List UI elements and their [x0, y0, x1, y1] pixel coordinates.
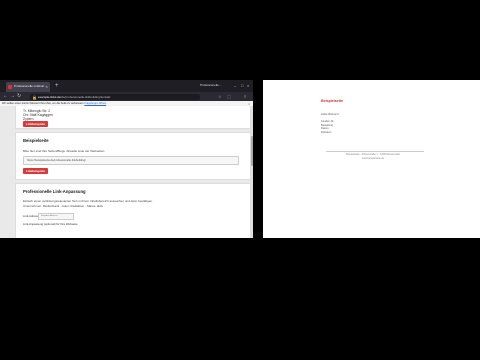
link-adjustment-card: Professionelle Link-Anpassung Einfach ei…: [15, 183, 251, 238]
lock-icon: 🔒: [32, 95, 37, 100]
close-tab-icon[interactable]: ×: [46, 84, 48, 89]
notification-message: Wir wollen einen kurzen Moment Ihrer Zei…: [2, 102, 84, 105]
url-path: /de/professionelle-linkbuilding/kontakt: [60, 94, 111, 99]
notification-link[interactable]: Fragebogen öffnen: [84, 102, 106, 105]
minimize-icon[interactable]: –: [234, 83, 236, 88]
link-adjustment-para-2: Unternehmen: Medienbank · Autor: Redakti…: [23, 204, 104, 208]
browser-tab[interactable]: Professionelle Linkbuil… ×: [6, 82, 50, 92]
forward-arrow-icon[interactable]: →: [10, 94, 15, 99]
example-page-title: Beispielseite: [23, 138, 49, 143]
doc-divider: [326, 151, 424, 152]
doc-label-6: Zeitraum: [321, 130, 332, 134]
extensions-icon[interactable]: ⬚: [227, 94, 231, 99]
right-tab-label[interactable]: Professionelle…: [200, 83, 222, 87]
link-adjustment-optional-label: Link-Anpassung (optional) für Ihre Webse…: [23, 222, 78, 226]
close-notification-icon[interactable]: ×: [248, 102, 250, 106]
example-page-card: Beispielseite Bitte hier sind Ihre Seite…: [15, 132, 251, 180]
maximize-icon[interactable]: □: [241, 83, 243, 88]
link-address-placeholder: Eingabe Adresse: [41, 215, 58, 217]
browser-window: Professionelle Linkbuil… × + Professione…: [0, 80, 253, 238]
link-adjustment-para-1: Einfach einen verlinkungsrelevanten Text…: [23, 199, 153, 203]
doc-footer-1: Beispielseite · Musterstraße 1 · 12345 M…: [346, 153, 400, 156]
link-examples-button-1[interactable]: Linkbeispiele: [23, 121, 49, 127]
scrollbar-thumb[interactable]: [250, 136, 253, 166]
tab-bar: Professionelle Linkbuil… × + Professione…: [0, 80, 253, 92]
url-host: example-links.de: [38, 94, 61, 99]
address-card: Tr. Mikeoglu Str. 2 Ort: Staff Kagaggen …: [15, 106, 251, 129]
link-address-input[interactable]: Eingabe Adresse: [38, 213, 74, 220]
link-adjustment-title: Professionelle Link-Anpassung: [23, 189, 86, 194]
bookmark-star-icon[interactable]: ☆: [218, 94, 222, 99]
link-examples-button-2[interactable]: Linkbeispiele: [23, 168, 49, 174]
favicon-icon: [8, 85, 12, 89]
example-page-description: Bitte hier sind Ihre Seiten/Blogs. Aktue…: [23, 149, 106, 153]
example-url-input[interactable]: https://beispielseite.de/professionelle-…: [23, 156, 239, 165]
url-bar[interactable]: 🔒 example-links.de/de/professionelle-lin…: [30, 93, 200, 100]
menu-icon[interactable]: ≡: [244, 94, 246, 99]
close-window-icon[interactable]: ×: [247, 83, 249, 88]
new-tab-button[interactable]: +: [55, 82, 59, 90]
example-url-value: https://beispielseite.de/professionelle-…: [27, 159, 86, 162]
notification-text: Wir wollen einen kurzen Moment Ihrer Zei…: [2, 102, 106, 105]
back-arrow-icon[interactable]: ←: [3, 94, 8, 99]
url-text: example-links.de/de/professionelle-linkb…: [38, 95, 110, 99]
tab-title: Professionelle Linkbuil…: [14, 84, 47, 88]
screen: Professionelle Linkbuil… × + Professione…: [0, 80, 480, 238]
page-scrollbar[interactable]: [250, 106, 253, 238]
doc-label-1: Liefer-Referenz: [321, 113, 339, 116]
reload-icon[interactable]: ↻: [17, 94, 21, 99]
document-brand: Beispielseite: [321, 99, 343, 103]
doc-footer-2: www.beispielseite.de: [361, 157, 385, 160]
document-preview: Beispielseite Liefer-Referenz Kunden-Nr.…: [263, 80, 480, 238]
navigation-bar: ← → ↻ 🔒 example-links.de/de/professionel…: [0, 92, 253, 101]
page-content: Tr. Mikeoglu Str. 2 Ort: Staff Kagaggen …: [0, 106, 253, 238]
